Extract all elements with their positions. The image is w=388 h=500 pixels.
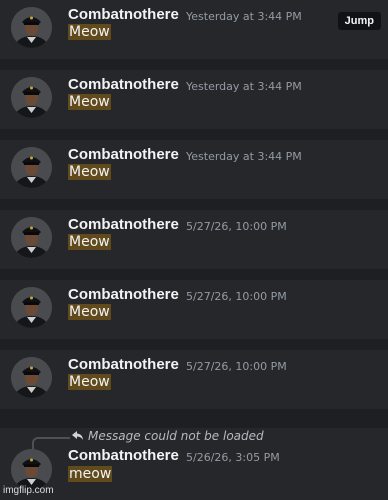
search-result-message[interactable]: Combatnothere Yesterday at 3:44 PM Meow xyxy=(0,70,388,129)
message-content: Meow xyxy=(68,94,111,110)
search-result-message[interactable]: Combatnothere Yesterday at 3:44 PM Meow … xyxy=(0,0,388,59)
search-highlight: Meow xyxy=(68,234,111,250)
message-content: meow xyxy=(68,466,113,482)
username[interactable]: Combatnothere xyxy=(68,216,179,233)
timestamp: 5/26/26, 3:05 PM xyxy=(186,451,280,464)
search-highlight: Meow xyxy=(68,24,111,40)
message-content: Meow xyxy=(68,24,111,40)
username[interactable]: Combatnothere xyxy=(68,447,179,464)
avatar[interactable] xyxy=(11,287,52,328)
message-content: Meow xyxy=(68,374,111,390)
username[interactable]: Combatnothere xyxy=(68,76,179,93)
timestamp: Yesterday at 3:44 PM xyxy=(186,10,302,23)
timestamp: Yesterday at 3:44 PM xyxy=(186,150,302,163)
avatar[interactable] xyxy=(11,7,52,48)
search-result-message[interactable]: Message could not be loaded Combatnother… xyxy=(0,428,388,500)
avatar[interactable] xyxy=(11,147,52,188)
search-result-message[interactable]: Combatnothere Yesterday at 3:44 PM Meow xyxy=(0,140,388,199)
search-highlight: Meow xyxy=(68,94,111,110)
reply-reference: Message could not be loaded xyxy=(30,429,290,451)
avatar[interactable] xyxy=(11,449,52,490)
jump-button[interactable]: Jump xyxy=(337,12,381,30)
message-content: Meow xyxy=(68,234,111,250)
search-result-message[interactable]: Combatnothere 5/27/26, 10:00 PM Meow xyxy=(0,280,388,339)
avatar[interactable] xyxy=(11,357,52,398)
username[interactable]: Combatnothere xyxy=(68,356,179,373)
reply-spine xyxy=(32,437,70,451)
message-content: Meow xyxy=(68,164,111,180)
search-highlight: Meow xyxy=(68,304,111,320)
username[interactable]: Combatnothere xyxy=(68,286,179,303)
reply-arrow-icon xyxy=(72,431,83,440)
reply-unavailable-text: Message could not be loaded xyxy=(88,429,264,443)
username[interactable]: Combatnothere xyxy=(68,146,179,163)
avatar[interactable] xyxy=(11,217,52,258)
timestamp: 5/27/26, 10:00 PM xyxy=(186,290,287,303)
search-highlight: meow xyxy=(68,466,113,482)
search-highlight: Meow xyxy=(68,374,111,390)
message-content: Meow xyxy=(68,304,111,320)
avatar[interactable] xyxy=(11,77,52,118)
watermark: imgflip.com xyxy=(3,485,54,496)
timestamp: 5/27/26, 10:00 PM xyxy=(186,360,287,373)
search-results-list: Combatnothere Yesterday at 3:44 PM Meow … xyxy=(0,0,388,500)
search-highlight: Meow xyxy=(68,164,111,180)
timestamp: Yesterday at 3:44 PM xyxy=(186,80,302,93)
timestamp: 5/27/26, 10:00 PM xyxy=(186,220,287,233)
username[interactable]: Combatnothere xyxy=(68,6,179,23)
search-result-message[interactable]: Combatnothere 5/27/26, 10:00 PM Meow xyxy=(0,350,388,409)
search-result-message[interactable]: Combatnothere 5/27/26, 10:00 PM Meow xyxy=(0,210,388,269)
